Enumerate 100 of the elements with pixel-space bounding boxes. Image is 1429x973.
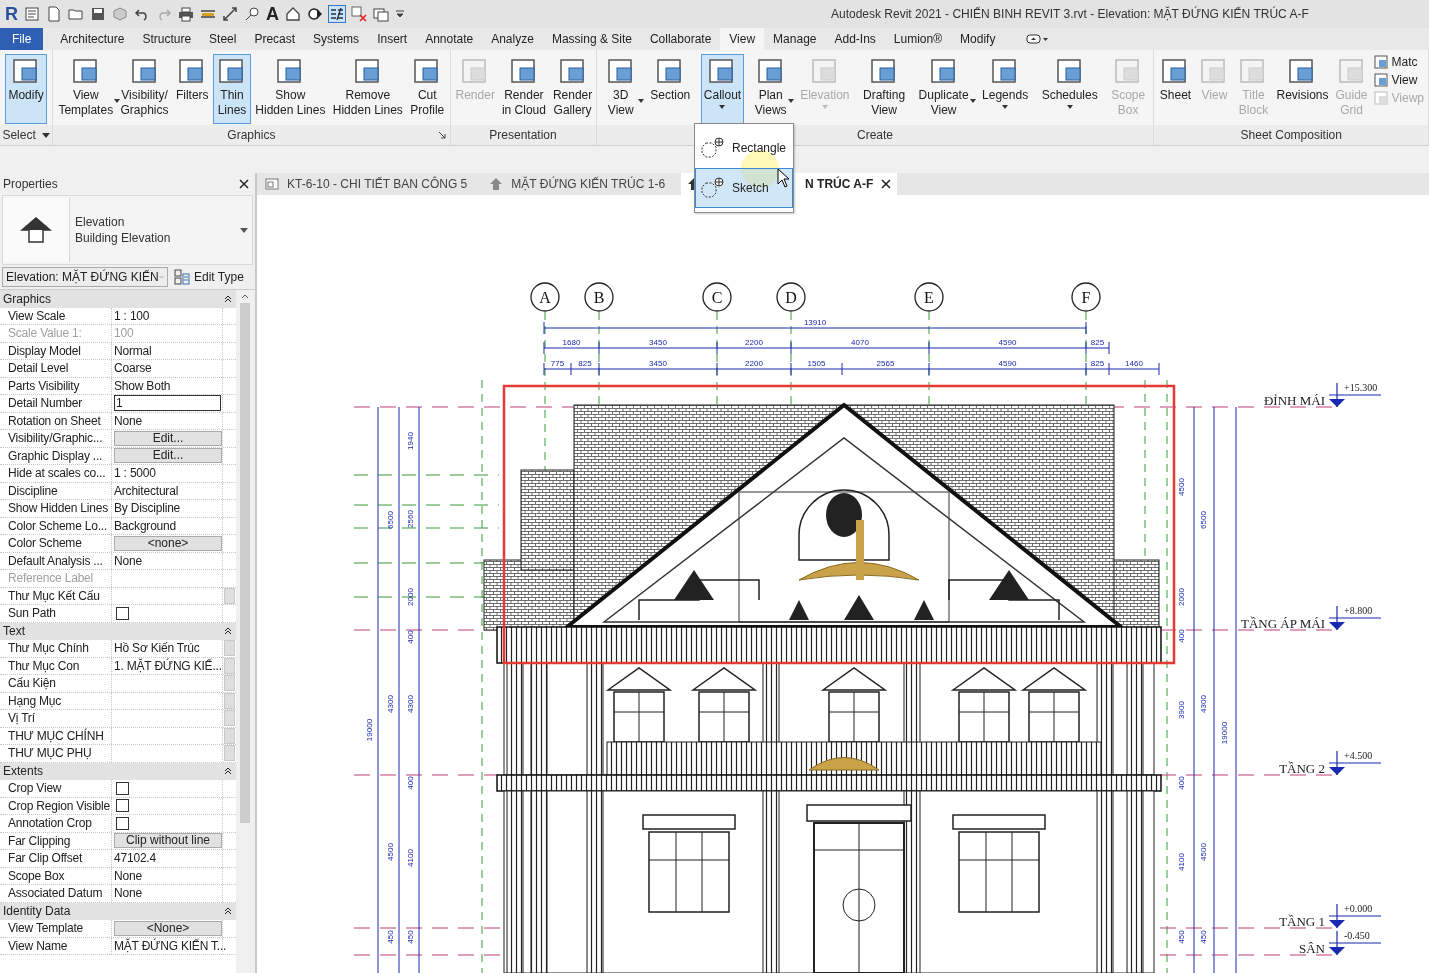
property-label: Far Clip Offset xyxy=(8,851,83,866)
property-value: 1 : 5000 xyxy=(114,466,156,481)
dimension-text: 825 xyxy=(1090,338,1105,347)
panel-title: Presentation xyxy=(489,128,557,142)
window-title: Autodesk Revit 2021 - CHIẾN BINH REVIT 3.rvt - Elevation: MẶT ĐỨNG KIẾN TRÚC A-F xyxy=(831,7,1309,21)
property-value: Normal xyxy=(114,343,152,358)
level-name: TẦNG ÁP MÁI xyxy=(1240,616,1325,631)
grid-label: F xyxy=(1081,289,1091,306)
property-value: 1. MẶT ĐỨNG KIẾ... xyxy=(114,658,222,673)
level-elevation: -0.450 xyxy=(1344,930,1370,941)
level-name: TẦNG 1 xyxy=(1279,914,1325,929)
property-value: Architectural xyxy=(114,483,179,498)
property-label: Scope Box xyxy=(8,868,65,883)
dimension-text: 1460 xyxy=(1125,359,1143,368)
section-title: Text xyxy=(3,624,25,639)
property-label: Sun Path xyxy=(8,606,56,621)
property-label: View Name xyxy=(8,938,68,953)
property-value: Hồ Sơ Kiến Trúc xyxy=(114,641,200,656)
dimension-text: 2000 xyxy=(406,588,415,606)
dimension-text: 4100 xyxy=(1177,853,1186,871)
property-value: 47102.4 xyxy=(114,851,156,866)
dimension-text: 400 xyxy=(1177,629,1186,643)
property-value: None xyxy=(114,868,142,883)
dimension-text: 3900 xyxy=(1177,701,1186,719)
dimension-text: 6500 xyxy=(386,511,395,529)
level-name: ĐỈNH MÁI xyxy=(1263,393,1325,408)
dimension-text: 775 xyxy=(550,359,565,368)
dimension-text: 4100 xyxy=(406,849,415,867)
property-value: None xyxy=(114,413,142,428)
dimension-text: 2560 xyxy=(406,510,415,528)
grid-label: C xyxy=(711,289,723,306)
property-label: View Template xyxy=(8,921,83,936)
property-label: Parts Visibility xyxy=(8,378,80,393)
dimension-text: 4500 xyxy=(1199,843,1208,861)
property-label: Detail Number xyxy=(8,396,83,411)
dimension-text: 1940 xyxy=(406,432,415,450)
property-value: 1 : 100 xyxy=(114,308,150,323)
panel-title: Graphics xyxy=(227,128,276,142)
property-label: Show Hidden Lines xyxy=(8,501,108,516)
property-value: Show Both xyxy=(114,378,171,393)
dimension-text: 400 xyxy=(1177,776,1186,790)
dimension-text: 3450 xyxy=(649,359,667,368)
property-label: Discipline xyxy=(8,483,58,498)
dimension-text: 4590 xyxy=(998,359,1017,368)
dimension-text: 1680 xyxy=(562,338,581,347)
level-elevation: +8.800 xyxy=(1344,605,1373,616)
dimension-text: 4300 xyxy=(386,695,395,713)
dimension-text: 4590 xyxy=(998,338,1017,347)
section-title: Identity Data xyxy=(3,904,71,919)
property-value: None xyxy=(114,553,142,568)
property-label: Hạng Mục xyxy=(8,693,62,708)
dimension-text: 19000 xyxy=(1220,721,1229,745)
property-label: Annotation Crop xyxy=(8,816,92,831)
property-label: Visibility/Graphic... xyxy=(8,431,103,446)
dimension-text: 3450 xyxy=(649,338,667,347)
dimension-text: 4300 xyxy=(406,695,415,713)
property-label: Crop View xyxy=(8,781,62,796)
dimension-text: 4300 xyxy=(1199,695,1208,713)
level-elevation: +15.300 xyxy=(1344,382,1378,393)
property-label: Vị Trí xyxy=(8,711,35,726)
property-label: Hide at scales co... xyxy=(8,466,106,481)
property-label: Thư Mục Chính xyxy=(8,641,89,656)
property-value: 100 xyxy=(114,326,134,341)
property-label: Reference Label xyxy=(8,571,94,586)
dimension-text: 400 xyxy=(406,630,415,644)
property-value: Background xyxy=(114,518,177,533)
section-title: Extents xyxy=(3,764,44,779)
dimension-text: 4070 xyxy=(851,338,869,347)
property-value: None xyxy=(114,886,142,901)
property-label: Thư Mục Kết Cấu xyxy=(8,588,100,603)
dimension-text: 825 xyxy=(578,359,592,368)
property-label: Thư Mục Con xyxy=(8,658,80,673)
dimension-text: 2565 xyxy=(876,359,895,368)
dimension-text: 450 xyxy=(1177,930,1186,944)
property-label: Default Analysis ... xyxy=(8,553,103,568)
property-label: Rotation on Sheet xyxy=(8,413,101,428)
grid-label: B xyxy=(593,289,605,306)
dimension-text: 2200 xyxy=(745,359,763,368)
tab-label: MẶT ĐỨNG KIẾN TRÚC 1-6 xyxy=(511,177,666,191)
dimension-text: 450 xyxy=(386,930,395,944)
level-name: TẦNG 2 xyxy=(1279,761,1325,776)
level-elevation: +0.000 xyxy=(1344,903,1373,914)
dimension-text: 450 xyxy=(1199,930,1208,944)
property-label: Far Clipping xyxy=(8,833,71,848)
property-label: THƯ MỤC PHỤ xyxy=(8,746,92,761)
dimension-text: 4500 xyxy=(1177,478,1186,496)
tab-label: N TRÚC A-F xyxy=(805,177,874,191)
panel-title: Create xyxy=(856,128,893,142)
panel-title: Properties xyxy=(3,177,58,191)
property-label: Color Scheme Lo... xyxy=(8,518,108,533)
property-label: Display Model xyxy=(8,343,81,358)
tab-label: KT-6-10 - CHI TIẾT BAN CÔNG 5 xyxy=(287,177,468,191)
property-value: Coarse xyxy=(114,361,152,376)
dimension-text: 6500 xyxy=(1199,511,1208,529)
type-name: Elevation xyxy=(75,214,126,230)
property-label: Color Scheme xyxy=(8,536,82,551)
level-name: SÂN xyxy=(1299,941,1325,956)
property-value: MẶT ĐỨNG KIẾN T... xyxy=(114,938,227,953)
property-label: Detail Level xyxy=(8,361,69,376)
panel-title: Select xyxy=(2,128,36,142)
